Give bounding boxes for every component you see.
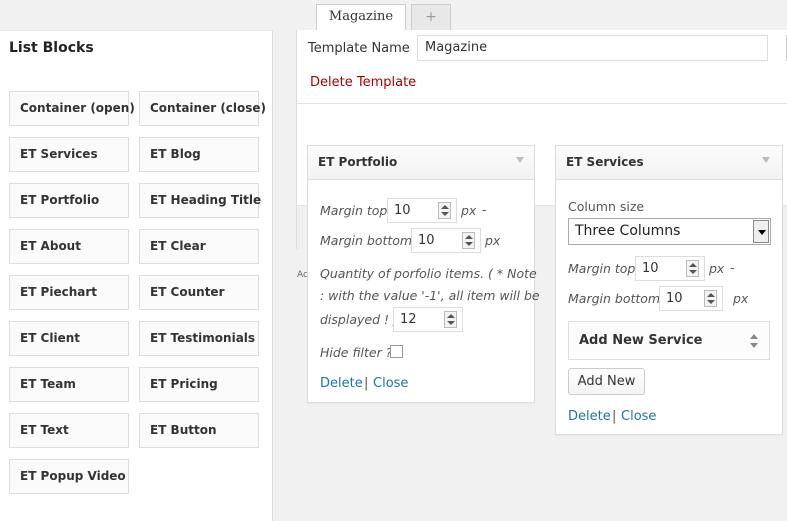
block-et-heading-title[interactable]: ET Heading Title bbox=[139, 183, 261, 218]
et-portfolio-title: ET Portfolio bbox=[318, 155, 398, 169]
portfolio-delete-link[interactable]: Delete bbox=[320, 376, 363, 391]
margin-separator-dash: - bbox=[482, 202, 487, 217]
margin-top-unit: px bbox=[461, 203, 477, 218]
margin-bottom-unit: px bbox=[733, 291, 749, 306]
block-et-piechart[interactable]: ET Piechart bbox=[9, 275, 129, 310]
et-portfolio-header[interactable]: ET Portfolio bbox=[308, 146, 534, 180]
block-et-button[interactable]: ET Button bbox=[139, 413, 259, 448]
block-container-open[interactable]: Container (open) bbox=[9, 91, 135, 126]
margin-bottom-stepper[interactable]: 10 bbox=[659, 286, 723, 311]
column-size-value: Three Columns bbox=[575, 223, 681, 239]
margin-top-unit: px bbox=[709, 261, 725, 276]
template-settings-panel: Template Name Magazine Delete Template bbox=[296, 30, 787, 104]
add-new-button[interactable]: Add New bbox=[568, 368, 645, 395]
template-name-label: Template Name bbox=[308, 41, 410, 56]
stepper-arrows-icon[interactable] bbox=[686, 260, 699, 277]
template-tabs: Magazine + bbox=[0, 0, 787, 30]
et-services-header[interactable]: ET Services bbox=[556, 146, 782, 180]
block-et-client[interactable]: ET Client bbox=[9, 321, 129, 356]
margin-bottom-stepper[interactable]: 10 bbox=[411, 228, 481, 253]
add-new-service-label: Add New Service bbox=[579, 333, 703, 348]
stepper-arrows-icon[interactable] bbox=[704, 290, 717, 307]
sort-arrows-icon[interactable] bbox=[750, 334, 758, 348]
block-et-blog[interactable]: ET Blog bbox=[139, 137, 259, 172]
services-delete-link[interactable]: Delete bbox=[568, 409, 611, 424]
quantity-label-line-2: : with the value '-1', all item will be bbox=[320, 288, 540, 303]
margin-bottom-label: Margin bottom bbox=[320, 233, 413, 248]
margin-bottom-value: 10 bbox=[666, 291, 683, 306]
stepper-arrows-icon[interactable] bbox=[462, 232, 475, 249]
block-et-portfolio[interactable]: ET Portfolio bbox=[9, 183, 129, 218]
block-et-counter[interactable]: ET Counter bbox=[139, 275, 259, 310]
block-et-testimonials[interactable]: ET Testimonials bbox=[139, 321, 259, 356]
add-new-service-item[interactable]: Add New Service bbox=[568, 321, 770, 360]
stepper-arrows-icon[interactable] bbox=[438, 202, 451, 219]
block-container-close[interactable]: Container (close) bbox=[139, 91, 266, 126]
collapse-arrow-icon[interactable] bbox=[762, 157, 770, 163]
margin-top-value: 10 bbox=[394, 203, 411, 218]
et-services-widget: ET Services Column size Three Columns Ma… bbox=[555, 145, 783, 435]
margin-top-stepper[interactable]: 10 bbox=[635, 256, 705, 281]
margin-bottom-label: Margin bottom bbox=[568, 291, 661, 306]
block-et-services[interactable]: ET Services bbox=[9, 137, 129, 172]
column-size-select[interactable]: Three Columns bbox=[568, 218, 771, 245]
quantity-stepper[interactable]: 12 bbox=[393, 307, 463, 332]
column-size-label: Column size bbox=[568, 199, 645, 214]
collapse-arrow-icon[interactable] bbox=[516, 157, 524, 163]
hide-filter-checkbox[interactable] bbox=[390, 345, 403, 358]
tab-magazine[interactable]: Magazine bbox=[316, 4, 406, 30]
margin-bottom-value: 10 bbox=[418, 233, 435, 248]
hide-filter-label: Hide filter ? bbox=[320, 345, 393, 360]
services-close-link[interactable]: Close bbox=[621, 409, 656, 424]
quantity-label-line-1: Quantity of porfolio items. ( * Note bbox=[320, 266, 537, 281]
block-et-popup-video[interactable]: ET Popup Video bbox=[9, 459, 129, 494]
margin-top-label: Margin top bbox=[320, 203, 388, 218]
quantity-label-line-3: displayed ! ) bbox=[320, 312, 398, 327]
margin-bottom-unit: px bbox=[485, 233, 501, 248]
list-blocks-sidebar: List Blocks Container (open) Container (… bbox=[0, 30, 273, 521]
margin-top-value: 10 bbox=[642, 261, 659, 276]
block-et-text[interactable]: ET Text bbox=[9, 413, 129, 448]
block-et-about[interactable]: ET About bbox=[9, 229, 129, 264]
et-services-title: ET Services bbox=[566, 155, 644, 169]
block-et-clear[interactable]: ET Clear bbox=[139, 229, 259, 264]
margin-separator-dash: - bbox=[730, 260, 735, 275]
template-name-input[interactable]: Magazine bbox=[417, 35, 768, 61]
sidebar-title: List Blocks bbox=[9, 40, 94, 56]
quantity-value: 12 bbox=[400, 312, 417, 327]
portfolio-close-link[interactable]: Close bbox=[373, 376, 408, 391]
margin-top-stepper[interactable]: 10 bbox=[387, 198, 457, 223]
block-et-pricing[interactable]: ET Pricing bbox=[139, 367, 259, 402]
link-separator: | bbox=[612, 409, 617, 424]
margin-top-label: Margin top bbox=[568, 261, 636, 276]
link-separator: | bbox=[364, 376, 369, 391]
stepper-arrows-icon[interactable] bbox=[444, 311, 457, 328]
delete-template-link[interactable]: Delete Template bbox=[310, 75, 416, 90]
et-portfolio-widget: ET Portfolio Margin top 10 px - Margin b… bbox=[307, 145, 540, 403]
add-tab-button[interactable]: + bbox=[411, 4, 451, 30]
chevron-down-icon[interactable] bbox=[753, 220, 769, 243]
block-et-team[interactable]: ET Team bbox=[9, 367, 129, 402]
